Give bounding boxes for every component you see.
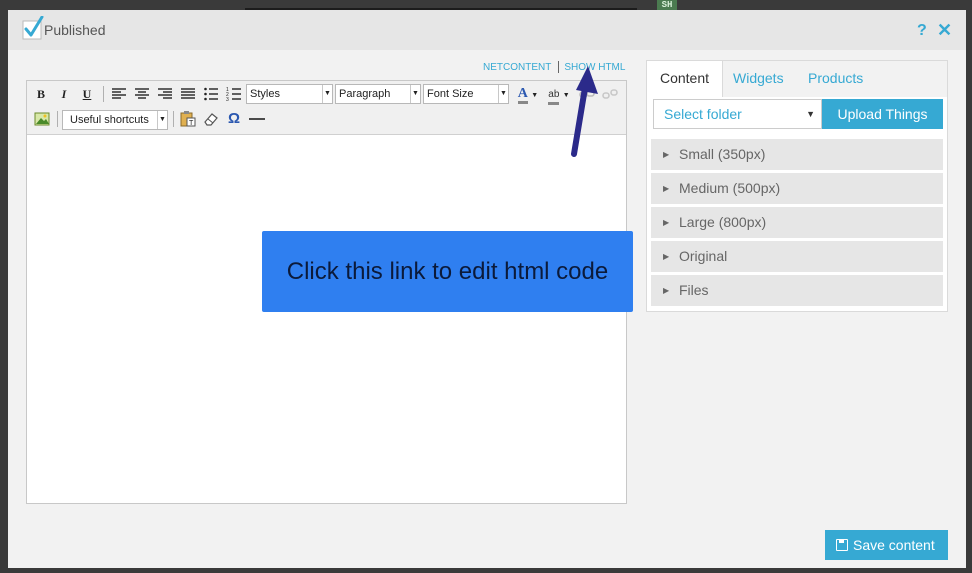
- shortcuts-dropdown[interactable]: Useful shortcuts ▼: [62, 110, 168, 130]
- shortcuts-dropdown-value: Useful shortcuts: [70, 114, 149, 126]
- bold-button[interactable]: B: [32, 85, 50, 103]
- chevron-down-icon: ▼: [322, 85, 332, 103]
- highlight-icon: ab: [548, 87, 560, 105]
- svg-text:T: T: [189, 120, 194, 127]
- size-folder-original[interactable]: ▶ Original: [651, 241, 943, 272]
- tab-widgets[interactable]: Widgets: [733, 70, 784, 86]
- media-side-panel: Content Widgets Products Select folder ▼…: [646, 60, 948, 312]
- size-folder-label: Small (350px): [679, 146, 766, 162]
- published-check-icon[interactable]: [22, 16, 44, 40]
- pointer-arrow-icon: [571, 66, 598, 157]
- svg-text:3: 3: [226, 97, 229, 103]
- upload-button[interactable]: Upload Things: [822, 99, 943, 129]
- editor-mode-links: NETCONTENT SHOW HTML: [483, 61, 625, 73]
- chevron-down-icon: ▼: [157, 111, 167, 129]
- align-left-icon[interactable]: [110, 85, 128, 103]
- font-size-dropdown-value: Font Size: [427, 88, 474, 100]
- save-disk-icon: [836, 539, 848, 551]
- folder-select[interactable]: Select folder ▼: [653, 99, 822, 129]
- underline-button[interactable]: U: [78, 85, 96, 103]
- size-folder-label: Files: [679, 282, 709, 298]
- format-dropdown-value: Paragraph: [339, 88, 391, 100]
- insert-image-icon[interactable]: [33, 110, 51, 128]
- font-size-dropdown[interactable]: Font Size ▼: [423, 84, 509, 104]
- tab-products[interactable]: Products: [808, 70, 863, 86]
- chevron-down-icon: ▼: [410, 85, 420, 103]
- align-justify-icon[interactable]: [179, 85, 197, 103]
- chevron-right-icon: ▶: [663, 252, 670, 261]
- horizontal-rule-icon[interactable]: [248, 110, 266, 128]
- bullet-list-icon[interactable]: [202, 85, 220, 103]
- size-folder-medium[interactable]: ▶ Medium (500px): [651, 173, 943, 204]
- folder-select-value: Select folder: [664, 106, 742, 122]
- tab-content[interactable]: Content: [647, 61, 723, 97]
- edit-content-modal: Published ? ✕ NETCONTENT SHOW HTML B I U…: [8, 10, 966, 568]
- special-character-icon[interactable]: Ω: [225, 110, 243, 128]
- eraser-icon[interactable]: [202, 110, 220, 128]
- help-icon[interactable]: ?: [917, 22, 927, 40]
- format-dropdown[interactable]: Paragraph ▼: [335, 84, 421, 104]
- size-folder-label: Original: [679, 248, 728, 264]
- modal-titlebar: Published ? ✕: [8, 10, 966, 50]
- unlink-icon[interactable]: [601, 85, 619, 103]
- save-content-label: Save content: [853, 537, 935, 553]
- size-folder-large[interactable]: ▶ Large (800px): [651, 207, 943, 238]
- size-folder-label: Medium (500px): [679, 180, 781, 196]
- save-content-button[interactable]: Save content: [825, 530, 948, 560]
- font-color-icon: A: [517, 86, 528, 104]
- link-separator: [558, 61, 560, 73]
- italic-button[interactable]: I: [55, 85, 73, 103]
- chevron-down-icon: ▼: [806, 109, 815, 119]
- instruction-callout: Click this link to edit html code: [262, 231, 633, 312]
- align-center-icon[interactable]: [133, 85, 151, 103]
- styles-dropdown[interactable]: Styles ▼: [246, 84, 333, 104]
- chevron-down-icon: ▼: [498, 85, 508, 103]
- paste-text-icon[interactable]: T: [179, 110, 197, 128]
- toolbar-separator: [57, 111, 58, 127]
- chevron-right-icon: ▶: [663, 218, 670, 227]
- toolbar-separator: [103, 86, 104, 102]
- align-right-icon[interactable]: [156, 85, 174, 103]
- editor-body[interactable]: [27, 136, 626, 503]
- chevron-down-icon: ▼: [531, 92, 539, 99]
- styles-dropdown-value: Styles: [250, 88, 280, 100]
- numbered-list-icon[interactable]: 123: [225, 85, 243, 103]
- chevron-right-icon: ▶: [663, 286, 670, 295]
- rich-text-editor: B I U 123 Styles ▼ Paragraph ▼ Font Size…: [26, 80, 633, 504]
- published-label: Published: [44, 22, 106, 38]
- size-folder-small[interactable]: ▶ Small (350px): [651, 139, 943, 170]
- font-color-button[interactable]: A ▼: [515, 84, 541, 104]
- chevron-right-icon: ▶: [663, 150, 670, 159]
- close-icon[interactable]: ✕: [937, 20, 952, 41]
- netcontent-link[interactable]: NETCONTENT: [483, 62, 551, 73]
- size-folder-label: Large (800px): [679, 214, 767, 230]
- toolbar-separator: [173, 111, 174, 127]
- editor-toolbar: B I U 123 Styles ▼ Paragraph ▼ Font Size…: [27, 81, 626, 135]
- chevron-right-icon: ▶: [663, 184, 670, 193]
- size-folder-files[interactable]: ▶ Files: [651, 275, 943, 306]
